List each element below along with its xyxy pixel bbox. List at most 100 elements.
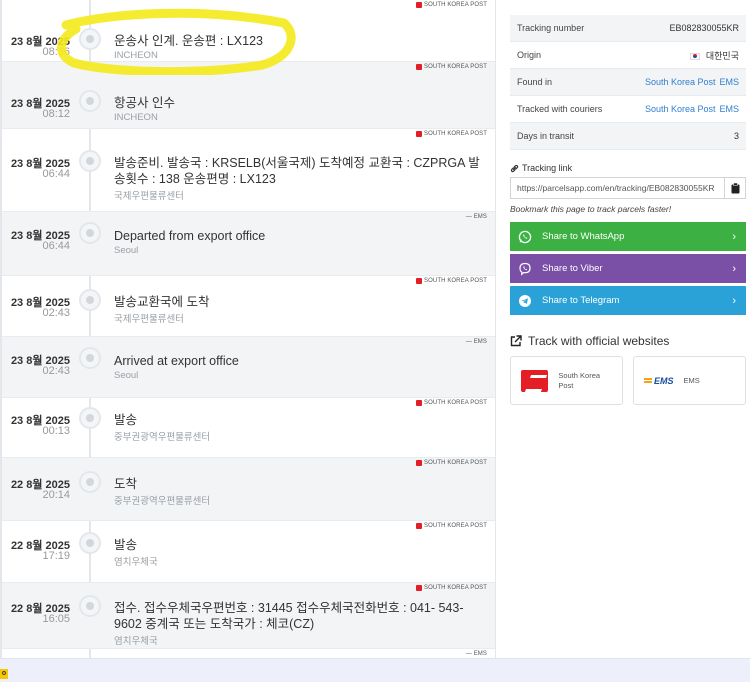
event-location: 염치우체국 xyxy=(114,557,158,568)
found-in-korea-post-link[interactable]: South Korea Post xyxy=(645,77,716,87)
share-telegram-button[interactable]: Share to Telegram › xyxy=(510,286,746,315)
tracked-ems-link[interactable]: EMS xyxy=(719,104,739,114)
link-icon xyxy=(510,164,519,172)
event-location: 국제우편물류센터 xyxy=(114,191,184,202)
info-origin: Origin 대한민국 xyxy=(510,42,746,69)
timeline-event: — EMS 23 8월 2025 06:44 Departed from exp… xyxy=(2,212,495,276)
timeline-dot-icon xyxy=(79,150,101,172)
event-description: 발송준비. 발송국 : KRSELB(서울국제) 도착예정 교환국 : CZPR… xyxy=(114,156,480,186)
korea-post-flag-icon xyxy=(416,523,423,529)
korea-post-flag-icon xyxy=(416,278,423,284)
timeline-dot-icon xyxy=(79,222,101,244)
korea-post-flag-icon xyxy=(416,460,423,466)
share-whatsapp-button[interactable]: Share to WhatsApp › xyxy=(510,222,746,251)
courier-badge: SOUTH KOREA POST xyxy=(416,523,487,529)
korea-post-flag-icon xyxy=(416,131,423,137)
courier-badge: SOUTH KOREA POST xyxy=(416,585,487,591)
korea-post-logo-icon xyxy=(521,369,549,392)
clipboard-icon xyxy=(731,182,739,193)
event-description: 항공사 인수 xyxy=(114,96,175,110)
korea-flag-icon xyxy=(689,52,700,60)
chevron-right-icon: › xyxy=(732,231,736,243)
timeline-event: SOUTH KOREA POST 23 8월 2025 06:44 발송준비. … xyxy=(2,129,495,212)
korea-post-flag-icon xyxy=(416,400,423,406)
courier-badge: SOUTH KOREA POST xyxy=(416,460,487,466)
timeline-event: SOUTH KOREA POST 22 8월 2025 16:05 접수. 접수… xyxy=(2,583,495,649)
event-description: Arrived at export office xyxy=(114,354,239,368)
info-days-in-transit: Days in transit 3 xyxy=(510,123,746,150)
courier-badge: — EMS xyxy=(465,651,487,657)
event-time: 08:36 xyxy=(42,46,70,58)
timeline-event: SOUTH KOREA POST 23 8월 2025 02:43 발송교환국에… xyxy=(2,276,495,337)
tracking-link-label: Tracking link xyxy=(510,163,746,173)
event-description: 발송 xyxy=(114,538,138,552)
copy-link-button[interactable] xyxy=(724,177,746,199)
event-time: 17:19 xyxy=(42,550,70,562)
event-location: 국제우편물류센터 xyxy=(114,314,184,325)
chevron-right-icon: › xyxy=(732,263,736,275)
info-found-in: Found in South Korea Post EMS xyxy=(510,69,746,96)
timeline-dot-icon xyxy=(79,90,101,112)
event-time: 06:44 xyxy=(42,240,70,252)
courier-badge: — EMS xyxy=(465,214,487,220)
official-websites-heading: Track with official websites xyxy=(510,334,746,348)
timeline-dot-icon xyxy=(79,532,101,554)
bottom-bar: o xyxy=(0,658,750,682)
timeline-event: SOUTH KOREA POST 23 8월 2025 08:12 항공사 인수… xyxy=(2,62,495,129)
korea-post-website-card[interactable]: South Korea Post xyxy=(510,356,623,405)
korea-post-flag-icon xyxy=(416,2,423,8)
found-in-ems-link[interactable]: EMS xyxy=(719,77,739,87)
ems-logo-icon: EMS xyxy=(644,376,674,386)
tracking-timeline: SOUTH KOREA POST 23 8월 2025 08:36 운송사 인계… xyxy=(0,0,496,658)
telegram-icon xyxy=(519,294,531,307)
external-link-icon xyxy=(510,335,522,347)
share-viber-button[interactable]: Share to Viber › xyxy=(510,254,746,283)
event-description: 발송 xyxy=(114,413,138,427)
event-time: 16:05 xyxy=(42,613,70,625)
timeline-event: SOUTH KOREA POST 22 8월 2025 17:19 발송 염치우… xyxy=(2,521,495,583)
event-time: 20:14 xyxy=(42,489,70,501)
timeline-dot-icon xyxy=(79,471,101,493)
event-time: 06:44 xyxy=(42,168,70,180)
event-location: INCHEON xyxy=(114,50,158,61)
courier-badge: SOUTH KOREA POST xyxy=(416,131,487,137)
tracked-korea-post-link[interactable]: South Korea Post xyxy=(645,104,716,114)
event-description: 발송교환국에 도착 xyxy=(114,295,210,309)
timeline-event: SOUTH KOREA POST 23 8월 2025 00:13 발송 중부권… xyxy=(2,398,495,458)
courier-badge: SOUTH KOREA POST xyxy=(416,278,487,284)
event-time: 02:43 xyxy=(42,365,70,377)
event-time: 02:43 xyxy=(42,307,70,319)
event-location: 염치우체국 xyxy=(114,636,158,647)
event-location: Seoul xyxy=(114,370,139,381)
viber-icon xyxy=(519,262,531,276)
timeline-event: SOUTH KOREA POST 22 8월 2025 20:14 도착 중부권… xyxy=(2,458,495,521)
tracking-number-value: EB082830055KR xyxy=(669,23,739,33)
origin-value: 대한민국 xyxy=(705,50,739,61)
tracking-link-input[interactable]: https://parcelsapp.com/en/tracking/EB082… xyxy=(510,177,724,199)
timeline-event: — EMS xyxy=(2,649,495,658)
event-location: INCHEON xyxy=(114,112,158,123)
info-tracking-number: Tracking number EB082830055KR xyxy=(510,15,746,42)
timeline-dot-icon xyxy=(79,595,101,617)
event-description: Departed from export office xyxy=(114,229,266,243)
official-websites-list: South Korea Post EMS EMS xyxy=(510,356,746,405)
event-description: 운송사 인계. 운송편 : LX123 xyxy=(114,34,263,48)
tracking-link-box: https://parcelsapp.com/en/tracking/EB082… xyxy=(510,177,746,199)
timeline-dot-icon xyxy=(79,407,101,429)
event-time: 08:12 xyxy=(42,108,70,120)
event-location: 중부권광역우편물류센터 xyxy=(114,432,211,443)
timeline-event: — EMS 23 8월 2025 02:43 Arrived at export… xyxy=(2,337,495,398)
korea-post-flag-icon xyxy=(416,585,423,591)
details-panel: Tracking number EB082830055KR Origin 대한민… xyxy=(510,0,746,405)
ems-website-card[interactable]: EMS EMS xyxy=(633,356,746,405)
timeline-dot-icon xyxy=(79,347,101,369)
courier-badge: SOUTH KOREA POST xyxy=(416,2,487,8)
event-description: 접수. 접수우체국우편번호 : 31445 접수우체국전화번호 : 041- 5… xyxy=(114,601,464,631)
courier-badge: SOUTH KOREA POST xyxy=(416,64,487,70)
event-time: 00:13 xyxy=(42,425,70,437)
timeline-event: SOUTH KOREA POST 23 8월 2025 08:36 운송사 인계… xyxy=(2,0,495,62)
courier-badge: SOUTH KOREA POST xyxy=(416,400,487,406)
timeline-dot-icon xyxy=(79,289,101,311)
bottom-tag: o xyxy=(0,669,8,679)
chevron-right-icon: › xyxy=(732,295,736,307)
